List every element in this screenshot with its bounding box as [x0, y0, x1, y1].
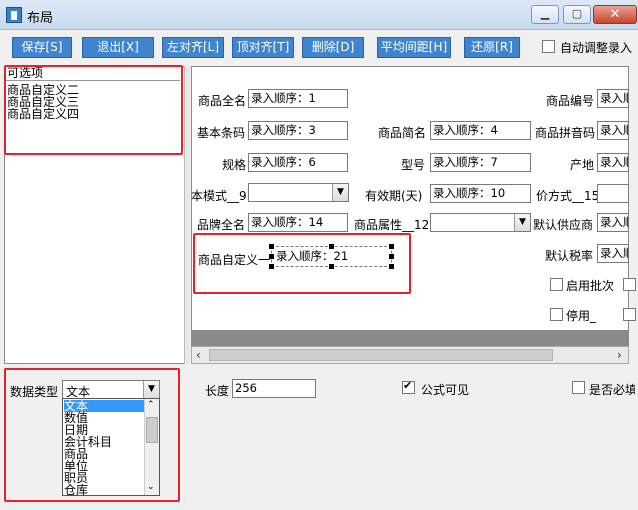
partial-checkbox[interactable] — [623, 278, 636, 291]
field-label: 本模式__9 — [191, 189, 247, 203]
partial-checkbox[interactable] — [623, 308, 636, 321]
field-label: 商品简名 — [378, 126, 427, 140]
field-box[interactable] — [597, 184, 629, 203]
field-box[interactable]: 录入顺 — [597, 121, 629, 140]
highlight-box — [4, 368, 180, 502]
field-label: 默认供应商 — [533, 218, 594, 232]
field-box[interactable]: 录入顺序：4 — [430, 121, 531, 140]
scroll-thumb[interactable] — [209, 349, 553, 361]
auto-adjust-checkbox[interactable] — [542, 40, 555, 53]
field-label: 基本条码 — [197, 126, 246, 140]
restore-button[interactable]: 还原[R] — [464, 37, 520, 58]
highlight-box — [4, 65, 183, 155]
minimize-button[interactable]: ▁ — [531, 5, 559, 24]
batch-checkbox[interactable] — [550, 278, 563, 291]
chevron-down-icon[interactable]: ▼ — [514, 214, 530, 231]
left-splitter[interactable] — [184, 66, 190, 364]
field-combo[interactable]: ▼ — [248, 183, 349, 202]
delete-button[interactable]: 删除[D] — [302, 37, 364, 58]
disable-label: 停用_ — [566, 309, 597, 323]
field-box[interactable]: 录入顺序：6 — [248, 153, 348, 172]
length-input[interactable]: 256 — [232, 379, 316, 398]
length-label: 长度 — [205, 384, 230, 398]
field-label: 商品拼音码 — [535, 126, 596, 140]
field-box[interactable]: 录入顺序：10 — [430, 184, 531, 203]
field-box[interactable]: 录入顺序：3 — [248, 121, 348, 140]
save-button[interactable]: 保存[S] — [12, 37, 72, 58]
disable-checkbox[interactable] — [550, 308, 563, 321]
field-box[interactable]: 录入顺 — [597, 153, 629, 172]
formula-visible-checkbox[interactable] — [402, 379, 415, 394]
field-box[interactable]: 录入顺 — [597, 89, 629, 108]
field-label: 商品全名 — [198, 94, 247, 108]
align-top-button[interactable]: 顶对齐[T] — [232, 37, 294, 58]
window-title: 布局 — [27, 11, 54, 26]
align-left-button[interactable]: 左对齐[L] — [162, 37, 224, 58]
scroll-right-icon[interactable]: › — [617, 348, 622, 362]
formula-visible-label: 公式可见 — [421, 383, 470, 397]
field-box[interactable]: 录入顺序：14 — [248, 213, 348, 232]
field-label: 默认税率 — [545, 249, 594, 263]
required-checkbox[interactable] — [572, 381, 585, 394]
scroll-left-icon[interactable]: ‹ — [196, 348, 201, 362]
field-label: 有效期(天) — [365, 189, 423, 203]
batch-label: 启用批次 — [566, 279, 615, 293]
field-combo[interactable]: ▼ — [430, 213, 531, 232]
field-box[interactable]: 录入顺序：7 — [430, 153, 531, 172]
close-button[interactable]: ✕ — [593, 5, 637, 24]
field-label: 品牌全名 — [197, 218, 246, 232]
field-label: 规格 — [222, 158, 247, 172]
required-label: 是否必填 — [589, 383, 635, 397]
field-label: 产地 — [570, 158, 595, 172]
app-icon — [6, 7, 22, 23]
chevron-down-icon[interactable]: ▼ — [332, 184, 348, 201]
field-label: 商品属性__12 — [354, 218, 430, 232]
even-spacing-button[interactable]: 平均间距[H] — [377, 37, 451, 58]
field-label: 价方式__15 — [536, 189, 600, 203]
auto-adjust-label: 自动调整录入 — [560, 41, 633, 55]
field-label: 商品编号 — [546, 94, 595, 108]
highlight-box — [193, 233, 411, 294]
maximize-button[interactable]: ▢ — [563, 5, 591, 24]
field-box[interactable]: 录入顺 — [597, 244, 629, 263]
exit-button[interactable]: 退出[X] — [82, 37, 154, 58]
canvas-footer-strip — [192, 330, 629, 347]
field-label: 型号 — [401, 158, 426, 172]
field-box[interactable]: 录入顺 — [597, 213, 629, 232]
field-box[interactable]: 录入顺序：1 — [248, 89, 348, 108]
